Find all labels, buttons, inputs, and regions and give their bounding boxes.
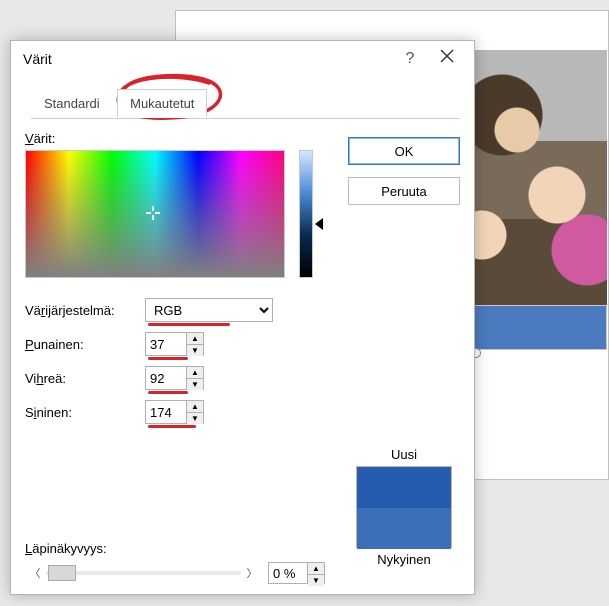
chevron-up-icon[interactable]: ▲ xyxy=(187,333,203,345)
transparency-slider[interactable] xyxy=(45,562,242,584)
current-color-swatch xyxy=(357,508,451,549)
transparency-label: Läpinäkyvyys: xyxy=(25,541,107,556)
red-input[interactable] xyxy=(145,332,187,356)
slider-thumb[interactable] xyxy=(48,565,76,581)
chevron-down-icon[interactable]: ▼ xyxy=(308,575,324,586)
annotation-underline-red xyxy=(148,357,188,360)
chevron-up-icon[interactable]: ▲ xyxy=(187,401,203,413)
close-icon xyxy=(440,49,454,63)
preview-swatch-area: Uusi Nykyinen xyxy=(348,447,460,567)
luminance-arrow-icon[interactable] xyxy=(315,218,323,230)
chevron-up-icon[interactable]: ▲ xyxy=(308,563,324,575)
cancel-button[interactable]: Peruuta xyxy=(348,177,460,205)
color-preview-swatch xyxy=(356,466,452,548)
slider-increase-button[interactable]: 〉 xyxy=(242,563,262,583)
blue-label: Sininen: xyxy=(25,405,145,420)
close-button[interactable] xyxy=(426,45,468,73)
chevron-up-icon[interactable]: ▲ xyxy=(187,367,203,379)
blue-input[interactable] xyxy=(145,400,187,424)
color-model-select[interactable]: RGB xyxy=(145,298,273,322)
tab-standard[interactable]: Standardi xyxy=(31,89,113,118)
dialog-titlebar: Värit ? xyxy=(11,41,474,77)
colors-label: Värit: xyxy=(25,131,325,146)
transparency-area: Läpinäkyvyys: 〈 〉 ▲▼ xyxy=(25,541,325,584)
current-color-label: Nykyinen xyxy=(348,552,460,567)
transparency-input[interactable] xyxy=(268,562,308,584)
slider-decrease-button[interactable]: 〈 xyxy=(25,563,45,583)
colors-dialog: Värit ? Standardi Mukautetut Värit: xyxy=(10,40,475,595)
color-crosshair-icon xyxy=(146,206,160,220)
annotation-underline-model xyxy=(148,323,230,326)
red-label: Punainen: xyxy=(25,337,145,352)
red-spinner[interactable]: ▲▼ xyxy=(187,332,204,356)
color-panel: Värit: Värijärjestelmä: RGB Punainen: ▲▼ xyxy=(25,131,325,424)
new-color-label: Uusi xyxy=(348,447,460,462)
new-color-swatch xyxy=(357,467,451,508)
tab-underline xyxy=(31,118,460,119)
blue-spinner[interactable]: ▲▼ xyxy=(187,400,204,424)
annotation-underline-blue xyxy=(148,425,196,428)
ok-button[interactable]: OK xyxy=(348,137,460,165)
green-input[interactable] xyxy=(145,366,187,390)
dialog-title: Värit xyxy=(23,51,394,67)
chevron-down-icon[interactable]: ▼ xyxy=(187,413,203,424)
color-model-label: Värijärjestelmä: xyxy=(25,303,145,318)
dialog-body: Standardi Mukautetut Värit: Värijärjeste… xyxy=(11,77,474,594)
color-field[interactable] xyxy=(25,150,285,278)
annotation-underline-green xyxy=(148,391,188,394)
tab-custom[interactable]: Mukautetut xyxy=(117,89,207,118)
green-spinner[interactable]: ▲▼ xyxy=(187,366,204,390)
chevron-down-icon[interactable]: ▼ xyxy=(187,379,203,390)
tab-strip: Standardi Mukautetut xyxy=(31,89,460,119)
green-label: Vihreä: xyxy=(25,371,145,386)
help-button[interactable]: ? xyxy=(394,50,426,68)
luminance-strip[interactable] xyxy=(299,150,313,278)
chevron-down-icon[interactable]: ▼ xyxy=(187,345,203,356)
dialog-buttons: OK Peruuta xyxy=(348,137,460,217)
transparency-spinner[interactable]: ▲▼ xyxy=(308,562,325,584)
